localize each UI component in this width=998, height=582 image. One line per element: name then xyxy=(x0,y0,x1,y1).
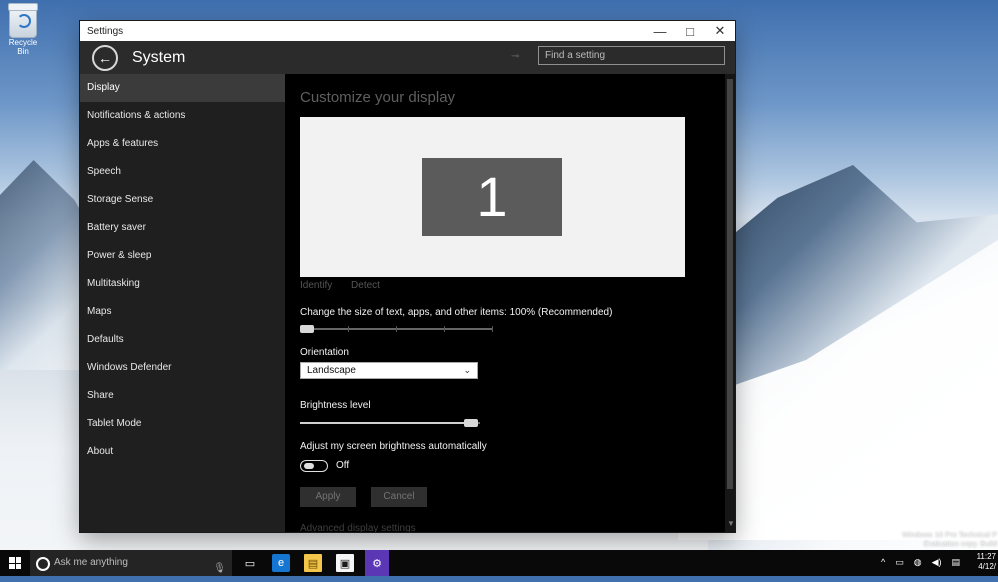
sidebar-item-defaults[interactable]: Defaults xyxy=(80,326,285,354)
search-input[interactable]: Find a setting xyxy=(538,46,725,65)
cortana-search-box[interactable]: Ask me anything 🎙 xyxy=(30,550,232,576)
window-title: Settings xyxy=(87,25,124,37)
sidebar-item-share[interactable]: Share xyxy=(80,382,285,410)
sidebar-item-display[interactable]: Display xyxy=(80,74,285,102)
scale-tick-3 xyxy=(444,326,445,332)
window-controls: — □ ✕ xyxy=(645,21,735,41)
taskbar: Ask me anything 🎙 ▭ e ▤ ▣ ⚙ ^ ▭ ◍ ◀) ▤ 1… xyxy=(0,550,998,576)
scale-slider-thumb[interactable] xyxy=(300,325,314,333)
maximize-button[interactable]: □ xyxy=(675,21,705,41)
auto-brightness-label: Adjust my screen brightness automaticall… xyxy=(300,441,487,452)
recycle-bin-label: Recycle Bin xyxy=(8,38,38,56)
display-links: Identify Detect xyxy=(300,280,396,291)
windows-logo-icon xyxy=(9,557,21,569)
cancel-button[interactable]: Cancel xyxy=(371,487,427,507)
scale-tick-4 xyxy=(492,326,493,332)
sidebar-item-storage-sense[interactable]: Storage Sense xyxy=(80,186,285,214)
sidebar-item-windows-defender[interactable]: Windows Defender xyxy=(80,354,285,382)
sidebar-item-apps-features[interactable]: Apps & features xyxy=(80,130,285,158)
windows-watermark: Windows 10 Pro Technical P Evaluation co… xyxy=(902,530,997,548)
page-title: System xyxy=(132,48,186,66)
scale-label: Change the size of text, apps, and other… xyxy=(300,307,613,318)
sidebar: Display Notifications & actions Apps & f… xyxy=(80,74,285,532)
scale-tick-2 xyxy=(396,326,397,332)
section-title: Customize your display xyxy=(300,89,456,106)
sidebar-item-multitasking[interactable]: Multitasking xyxy=(80,270,285,298)
recycle-bin-icon[interactable]: Recycle Bin xyxy=(6,3,40,56)
identify-link[interactable]: Identify xyxy=(300,280,332,291)
watermark-line-2: Evaluation copy. Build xyxy=(923,539,997,548)
sidebar-item-power-sleep[interactable]: Power & sleep xyxy=(80,242,285,270)
sidebar-item-speech[interactable]: Speech xyxy=(80,158,285,186)
close-button[interactable]: ✕ xyxy=(705,21,735,41)
settings-body: Display Notifications & actions Apps & f… xyxy=(80,74,735,532)
sidebar-item-notifications-actions[interactable]: Notifications & actions xyxy=(80,102,285,130)
display-preview: 1 xyxy=(300,117,685,277)
file-explorer-icon[interactable]: ▤ xyxy=(304,554,322,572)
sidebar-item-maps[interactable]: Maps xyxy=(80,298,285,326)
volume-icon[interactable]: ◀) xyxy=(932,557,942,568)
chevron-down-icon: ⌄ xyxy=(463,365,471,375)
content-scrollbar[interactable]: ▼ xyxy=(725,74,735,532)
brightness-slider-thumb[interactable] xyxy=(464,419,478,427)
settings-header: ← System ⊸ Find a setting xyxy=(80,41,735,74)
brightness-slider-fill xyxy=(300,422,472,424)
clock-date: 4/12/ xyxy=(978,562,996,571)
window-titlebar: Settings — □ ✕ xyxy=(80,21,735,41)
cortana-icon xyxy=(36,557,50,571)
sidebar-item-tablet-mode[interactable]: Tablet Mode xyxy=(80,410,285,438)
sidebar-item-battery-saver[interactable]: Battery saver xyxy=(80,214,285,242)
apply-button[interactable]: Apply xyxy=(300,487,356,507)
sidebar-item-about[interactable]: About xyxy=(80,438,285,466)
watermark-line-1: Windows 10 Pro Technical P xyxy=(902,530,997,539)
scale-tick-1 xyxy=(348,326,349,332)
orientation-label: Orientation xyxy=(300,347,349,358)
monitor-1[interactable]: 1 xyxy=(422,158,562,236)
recycle-bin-icon-graphic xyxy=(8,3,38,38)
notifications-icon[interactable]: ▤ xyxy=(951,557,960,568)
microphone-icon[interactable]: 🎙 xyxy=(213,556,226,582)
brightness-slider[interactable] xyxy=(300,419,480,427)
orientation-dropdown[interactable]: Landscape ⌄ xyxy=(300,362,478,379)
orientation-selected-value: Landscape xyxy=(307,365,356,376)
back-arrow-icon: ← xyxy=(98,49,112,66)
brightness-label: Brightness level xyxy=(300,400,371,411)
start-button[interactable] xyxy=(0,550,30,576)
battery-icon[interactable]: ▭ xyxy=(895,557,904,568)
scale-slider[interactable] xyxy=(300,325,493,333)
clock-time: 11:27 xyxy=(976,552,996,561)
toggle-knob xyxy=(304,463,314,469)
system-tray: ^ ▭ ◍ ◀) ▤ xyxy=(881,557,960,568)
tray-up-arrow-icon[interactable]: ^ xyxy=(881,557,885,568)
scroll-down-icon[interactable]: ▼ xyxy=(727,519,735,528)
advanced-display-settings-link[interactable]: Advanced display settings xyxy=(300,523,416,532)
cortana-search-text: Ask me anything xyxy=(54,557,128,568)
auto-brightness-state: Off xyxy=(336,460,350,471)
clock[interactable]: 11:27 4/12/ xyxy=(977,552,996,572)
display-settings-panel: Customize your display 1 Identify Detect… xyxy=(285,74,725,532)
minimize-button[interactable]: — xyxy=(645,21,675,41)
edge-icon[interactable]: e xyxy=(272,554,290,572)
settings-icon[interactable]: ⚙ xyxy=(365,550,389,576)
detect-link[interactable]: Detect xyxy=(351,280,380,291)
back-button[interactable]: ← xyxy=(92,44,118,71)
store-icon[interactable]: ▣ xyxy=(336,554,354,572)
task-view-icon[interactable]: ▭ xyxy=(241,554,259,572)
settings-window: Settings — □ ✕ ← System ⊸ Find a setting… xyxy=(80,21,735,532)
auto-brightness-toggle[interactable] xyxy=(300,460,328,472)
pin-icon[interactable]: ⊸ xyxy=(511,51,519,62)
network-icon[interactable]: ◍ xyxy=(914,557,922,568)
scrollbar-thumb[interactable] xyxy=(727,79,733,489)
